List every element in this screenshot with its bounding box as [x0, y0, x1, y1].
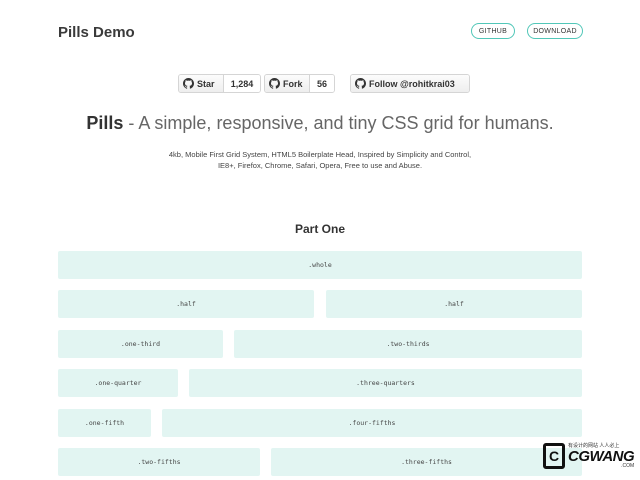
github-nav-button[interactable]: GITHUB: [471, 23, 515, 39]
grid-cell-one-fifth: .one-fifth: [58, 409, 151, 437]
watermark-suffix: .COM: [621, 462, 635, 469]
github-buttons: Star 1,284 Fork 56 Follow @rohitkrai03: [0, 74, 640, 93]
star-button[interactable]: Star: [179, 75, 223, 92]
hero-tagline: - A simple, responsive, and tiny CSS gri…: [123, 113, 554, 133]
star-label: Star: [197, 78, 215, 89]
hero-description: 4kb, Mobile First Grid System, HTML5 Boi…: [120, 149, 520, 171]
github-icon: [183, 78, 194, 89]
grid-cell-four-fifths: .four-fifths: [162, 409, 582, 437]
grid-cell-three-quarters: .three-quarters: [189, 369, 582, 397]
fork-button[interactable]: Fork: [265, 75, 309, 92]
follow-button[interactable]: Follow @rohitkrai03: [351, 75, 469, 92]
github-icon: [355, 78, 366, 89]
download-nav-button[interactable]: DOWNLOAD: [527, 23, 583, 39]
watermark-name: CGWANG: [568, 447, 635, 465]
grid-cell-whole: .whole: [58, 251, 582, 279]
fork-count[interactable]: 56: [309, 75, 334, 92]
grid-cell-half: .half: [326, 290, 582, 318]
watermark-logo-icon: C: [543, 443, 565, 469]
description-line-2: IE8+, Firefox, Chrome, Safari, Opera, Fr…: [217, 161, 423, 170]
hero-headline: Pills - A simple, responsive, and tiny C…: [0, 113, 640, 134]
grid-cell-two-thirds: .two-thirds: [234, 330, 582, 358]
fork-group: Fork 56: [264, 74, 335, 93]
section-title: Part One: [294, 222, 345, 236]
description-line-1: 4kb, Mobile First Grid System, HTML5 Boi…: [168, 150, 472, 159]
star-count[interactable]: 1,284: [223, 75, 260, 92]
grid-cell-one-quarter: .one-quarter: [58, 369, 178, 397]
follow-group: Follow @rohitkrai03: [350, 74, 470, 93]
grid-cell-three-fifths: .three-fifths: [271, 448, 582, 476]
follow-label: Follow @rohitkrai03: [369, 78, 455, 89]
watermark: C 有设计的网站 人人必上 CGWANG .COM: [543, 437, 635, 475]
grid-cell-half: .half: [58, 290, 314, 318]
watermark-text: 有设计的网站 人人必上 CGWANG .COM: [568, 443, 635, 469]
star-group: Star 1,284: [178, 74, 261, 93]
brand-title[interactable]: Pills Demo: [58, 24, 135, 41]
github-icon: [269, 78, 280, 89]
fork-label: Fork: [283, 78, 303, 89]
grid-cell-two-fifths: .two-fifths: [58, 448, 260, 476]
hero-brand: Pills: [86, 113, 124, 133]
grid-cell-one-third: .one-third: [58, 330, 223, 358]
